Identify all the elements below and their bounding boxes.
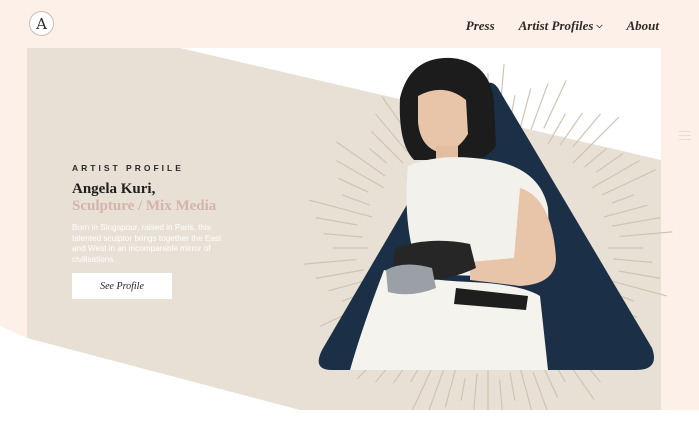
nav-about[interactable]: About bbox=[626, 18, 659, 34]
logo-icon[interactable]: A bbox=[29, 11, 54, 36]
chevron-down-icon: ⌵ bbox=[596, 21, 603, 30]
main-nav: Press Artist Profiles ⌵ About bbox=[466, 18, 659, 34]
menu-line bbox=[679, 135, 691, 136]
artist-bio: Born in Singapour, raised in Paris, this… bbox=[72, 223, 222, 264]
artist-name: Angela Kuri, bbox=[72, 181, 156, 197]
hero-copy: ARTIST PROFILE Angela Kuri, Sculpture / … bbox=[72, 163, 242, 265]
nav-artist-profiles-label: Artist Profiles bbox=[518, 18, 594, 33]
eyebrow-label: ARTIST PROFILE bbox=[72, 163, 184, 173]
side-menu-icon[interactable] bbox=[679, 131, 691, 141]
site-header: A Press Artist Profiles ⌵ About bbox=[0, 0, 699, 48]
artist-role: Sculpture / Mix Media bbox=[72, 198, 217, 214]
menu-line bbox=[679, 131, 691, 132]
nav-artist-profiles[interactable]: Artist Profiles ⌵ bbox=[519, 18, 603, 34]
page-footer-strip bbox=[0, 410, 699, 437]
right-margin bbox=[661, 48, 699, 410]
nav-press[interactable]: Press bbox=[466, 18, 495, 34]
left-margin bbox=[0, 48, 27, 338]
nav-press-label: Press bbox=[465, 18, 495, 33]
see-profile-button[interactable]: See Profile bbox=[72, 273, 172, 299]
menu-line bbox=[679, 139, 691, 140]
nav-about-label: About bbox=[626, 18, 659, 33]
